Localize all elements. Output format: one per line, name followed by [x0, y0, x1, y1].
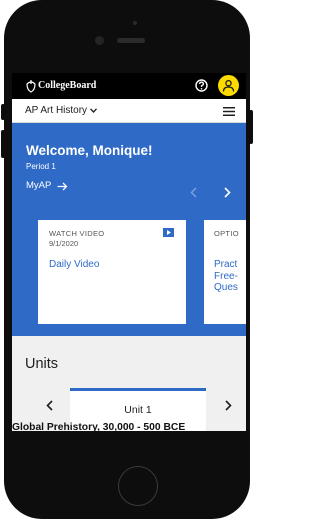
side-button	[1, 130, 5, 158]
carousel-next-icon[interactable]	[224, 187, 231, 198]
card-title[interactable]: Daily Video	[49, 259, 99, 271]
chevron-left-icon[interactable]	[46, 400, 53, 411]
course-selector[interactable]: AP Art History	[25, 104, 87, 117]
hamburger-menu-icon[interactable]	[223, 107, 235, 116]
units-heading: Units	[25, 356, 59, 372]
myap-link[interactable]: MyAP	[26, 180, 51, 192]
power-button	[249, 110, 253, 144]
app-screen: CollegeBoard AP Art History Welcome, Mon…	[12, 73, 246, 431]
welcome-heading: Welcome, Monique!	[26, 143, 153, 158]
unit-title: Global Prehistory, 30,000 - 500 BCE	[12, 422, 186, 433]
acorn-logo-icon	[26, 80, 36, 93]
units-section: Units Unit 1	[12, 336, 246, 431]
card-date: 9/1/2020	[49, 239, 79, 248]
sensor-dot	[133, 21, 137, 25]
practice-question-card[interactable]: OPTIO Pract Free- Ques	[204, 220, 246, 324]
unit-tab-label: Unit 1	[124, 404, 152, 416]
course-bar: AP Art History	[12, 99, 246, 123]
welcome-hero: Welcome, Monique! Period 1 MyAP WATCH VI…	[12, 123, 246, 336]
phone-frame: CollegeBoard AP Art History Welcome, Mon…	[0, 0, 254, 523]
user-icon	[222, 79, 235, 92]
side-button	[1, 104, 5, 120]
help-icon[interactable]	[195, 79, 208, 92]
card-title[interactable]: Pract Free- Ques	[214, 259, 246, 294]
earpiece-speaker	[117, 38, 145, 43]
class-period: Period 1	[26, 162, 56, 171]
arrow-right-icon[interactable]	[57, 182, 68, 191]
home-button[interactable]	[118, 466, 158, 506]
chevron-down-icon[interactable]	[90, 108, 97, 113]
profile-avatar-button[interactable]	[218, 75, 239, 96]
chevron-right-icon[interactable]	[225, 400, 232, 411]
card-kicker: WATCH VIDEO	[49, 229, 105, 238]
card-kicker: OPTIO	[214, 229, 239, 238]
daily-video-card[interactable]: WATCH VIDEO 9/1/2020 Daily Video	[38, 220, 186, 324]
carousel-prev-icon[interactable]	[190, 187, 197, 198]
front-camera	[95, 36, 104, 45]
collegeboard-logo[interactable]: CollegeBoard	[38, 80, 96, 92]
play-icon	[163, 228, 174, 237]
app-header: CollegeBoard	[12, 73, 246, 99]
